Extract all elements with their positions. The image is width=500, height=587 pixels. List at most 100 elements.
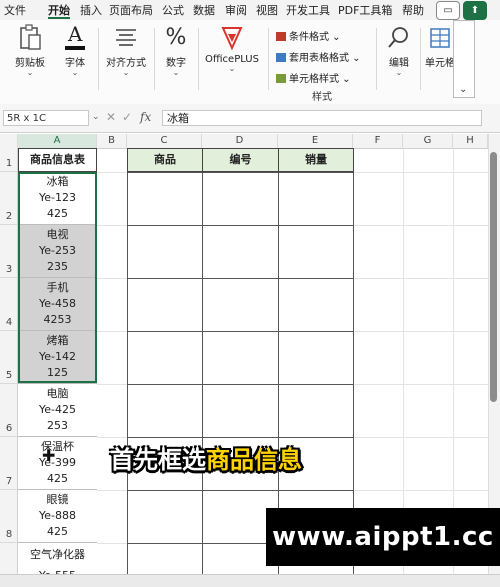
menu-data[interactable]: 数据 (193, 2, 215, 18)
chevron-down-icon: ⌄ (395, 68, 403, 77)
table-cell-sales[interactable] (278, 225, 354, 279)
column-header-f[interactable]: F (353, 134, 403, 148)
menu-developer[interactable]: 开发工具 (286, 2, 330, 18)
table-cell-code[interactable] (202, 331, 279, 385)
table-header-code[interactable]: 编号 (202, 148, 279, 172)
confirm-icon[interactable]: ✓ (122, 110, 132, 124)
item-name: 保温杯 (41, 440, 74, 453)
table-cell-product[interactable] (127, 384, 203, 438)
table-cell-product[interactable] (127, 172, 203, 226)
table-cell-sales[interactable] (278, 331, 354, 385)
table-cell-product[interactable] (127, 331, 203, 385)
menu-formulas[interactable]: 公式 (162, 2, 184, 18)
row-header-8[interactable]: 8 (0, 490, 18, 543)
name-box[interactable]: 5R x 1C (3, 110, 89, 126)
cell-a8[interactable]: 眼镜 Ye-888 425 (18, 490, 97, 543)
selection-border (18, 172, 97, 383)
vertical-scroll-thumb[interactable] (490, 152, 497, 402)
font-icon: A (63, 22, 87, 52)
cell-style-label: 单元格样式 (289, 74, 339, 85)
chevron-down-icon: ⌄ (122, 68, 130, 77)
menu-view[interactable]: 视图 (256, 2, 278, 18)
cell-label: 单元格 (425, 58, 455, 69)
comment-icon[interactable]: ▭ (436, 1, 460, 20)
cell-style-button[interactable]: 单元格样式 ⌄ (276, 70, 351, 85)
table-cell-product[interactable] (127, 225, 203, 279)
menu-pdf-tools[interactable]: PDF工具箱 (338, 2, 392, 18)
column-header-h[interactable]: H (453, 134, 488, 148)
table-cell-product[interactable] (127, 278, 203, 332)
clipboard-icon (20, 24, 41, 50)
column-header-row: A B C D E F G H (0, 134, 488, 149)
column-header-g[interactable]: G (403, 134, 453, 148)
row-header-4[interactable]: 4 (0, 278, 18, 331)
cell-group[interactable]: 单元格 (424, 24, 456, 69)
formula-input[interactable]: 冰箱 (162, 110, 482, 126)
caption-highlight: 商品信息 (206, 446, 302, 474)
select-all-corner[interactable] (0, 134, 18, 148)
number-group[interactable]: % 数字 ⌄ (160, 24, 192, 77)
conditional-format-icon (276, 32, 286, 41)
row-header-1[interactable]: 1 (0, 148, 18, 172)
clipboard-group[interactable]: 剪贴板 ⌄ (10, 24, 50, 77)
table-cell-product[interactable] (127, 490, 203, 544)
item-qty: 425 (47, 472, 68, 485)
row-header-6[interactable]: 6 (0, 384, 18, 437)
column-header-e[interactable]: E (278, 134, 353, 148)
row-header-7[interactable]: 7 (0, 437, 18, 490)
row-header-2[interactable]: 2 (0, 172, 18, 225)
cell-a6[interactable]: 电脑 Ye-425 253 (18, 384, 97, 437)
share-icon[interactable]: ⬆ (463, 1, 487, 20)
column-header-a[interactable]: A (18, 134, 97, 148)
item-code: Ye-399 (39, 456, 76, 469)
font-label: 字体 (65, 58, 85, 69)
menu-review[interactable]: 审阅 (225, 2, 247, 18)
alignment-group[interactable]: 对齐方式 ⌄ (104, 24, 148, 77)
row-header-5[interactable]: 5 (0, 331, 18, 384)
menu-help[interactable]: 帮助 (402, 2, 424, 18)
table-header-sales[interactable]: 销量 (278, 148, 354, 172)
item-name: 空气净化器 (30, 548, 85, 562)
table-format-icon (276, 53, 286, 62)
column-header-d[interactable]: D (202, 134, 278, 148)
table-cell-code[interactable] (202, 384, 279, 438)
chevron-down-icon[interactable]: ⌄ (92, 112, 100, 122)
font-group[interactable]: A 字体 ⌄ (58, 22, 92, 77)
align-icon (116, 29, 136, 46)
row-header-3[interactable]: 3 (0, 225, 18, 278)
item-code: Ye-888 (39, 509, 76, 522)
table-cell-code[interactable] (202, 172, 279, 226)
column-header-c[interactable]: C (127, 134, 202, 148)
table-format-button[interactable]: 套用表格格式 ⌄ (276, 49, 361, 64)
cancel-icon[interactable]: ✕ (106, 110, 116, 124)
chevron-down-icon: ⌄ (228, 64, 236, 73)
menu-page-layout[interactable]: 页面布局 (109, 2, 153, 18)
edit-label: 编辑 (389, 58, 409, 69)
sheet-tab-bar[interactable] (0, 574, 500, 587)
column-header-b[interactable]: B (97, 134, 127, 148)
menu-insert[interactable]: 插入 (80, 2, 102, 18)
formula-bar: 5R x 1C ⌄ ✕ ✓ fx 冰箱 (0, 104, 500, 133)
chevron-down-icon: ⌄ (459, 84, 468, 95)
cell-a7[interactable]: 保温杯 Ye-399 425 (18, 437, 97, 490)
officeplus-group[interactable]: OfficePLUS ⌄ (202, 24, 262, 73)
table-cell-sales[interactable] (278, 384, 354, 438)
menu-home[interactable]: 开始 (48, 2, 70, 18)
conditional-format-button[interactable]: 条件格式 ⌄ (276, 28, 341, 43)
caption-prefix: 首先框选 (110, 446, 206, 474)
table-cell-sales[interactable] (278, 278, 354, 332)
table-cell-code[interactable] (202, 278, 279, 332)
style-group-label: 样式 (312, 92, 332, 103)
table-cell-sales[interactable] (278, 172, 354, 226)
ribbon-scroll-button[interactable]: ⌄ (453, 20, 475, 98)
insert-function-button[interactable]: fx (140, 110, 151, 124)
chevron-down-icon: ⌄ (172, 68, 180, 77)
table-header-product[interactable]: 商品 (127, 148, 203, 172)
chevron-down-icon: ⌄ (26, 68, 34, 77)
menu-file[interactable]: 文件 (4, 2, 26, 18)
item-name: 眼镜 (46, 493, 69, 506)
table-cell-code[interactable] (202, 225, 279, 279)
cell-a1[interactable]: 商品信息表 (18, 148, 97, 172)
edit-group[interactable]: 编辑 ⌄ (382, 24, 416, 77)
chevron-down-icon: ⌄ (71, 68, 79, 77)
